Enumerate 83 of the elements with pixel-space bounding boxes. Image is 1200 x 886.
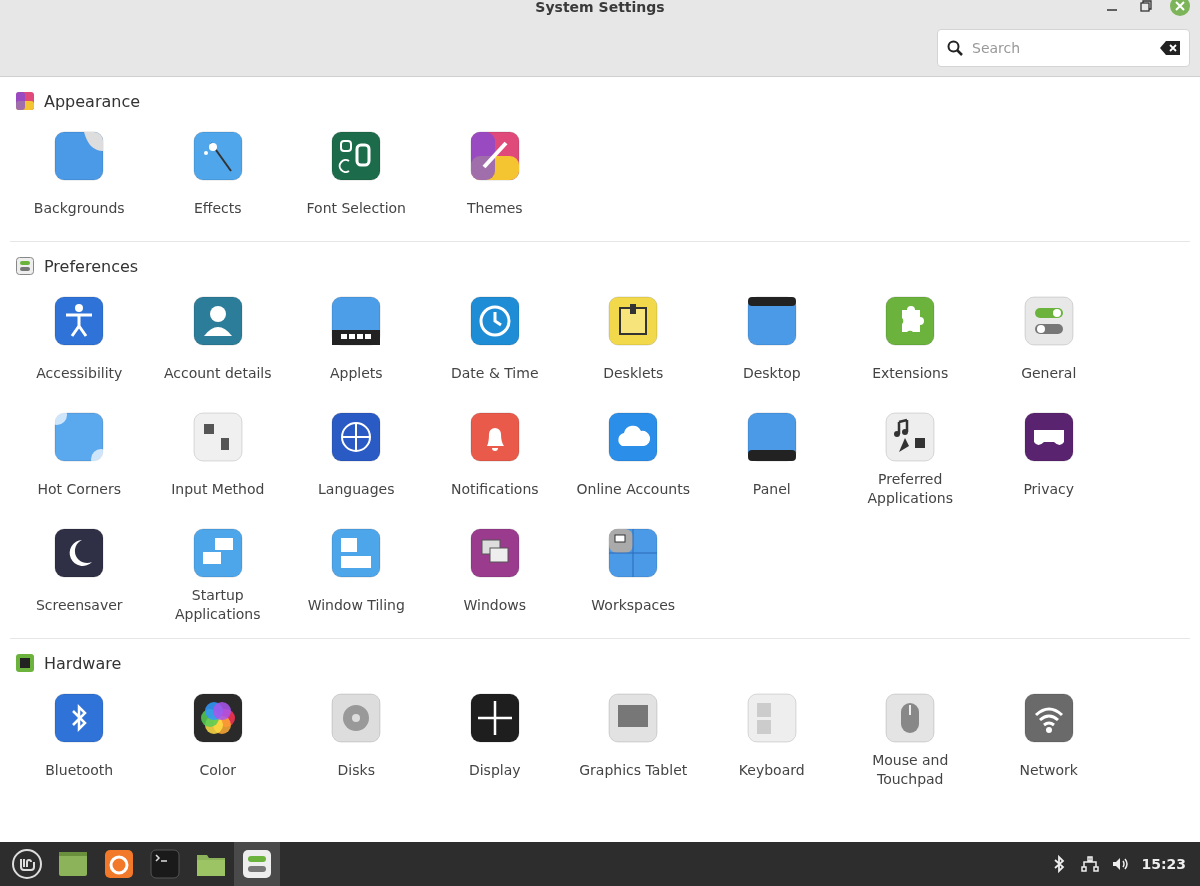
mask-icon [1023,412,1074,462]
settings-item-label[interactable]: Display [434,751,555,789]
input-method-icon [192,412,243,462]
settings-item-label[interactable]: Screensaver [19,586,140,624]
taskbar-launcher[interactable] [234,842,280,886]
puzzle-icon [885,296,936,346]
maximize-icon [1140,0,1152,12]
mouse-icon [885,693,936,743]
moon-icon [54,528,105,578]
settings-item-label[interactable]: Window Tiling [296,586,417,624]
settings-item-label[interactable]: Panel [711,470,832,508]
settings-item-label[interactable]: Themes [434,189,555,227]
settings-item-label[interactable]: Color [157,751,278,789]
desktop-icon [58,849,88,879]
settings-item-label[interactable]: Input Method [157,470,278,508]
magic-wand-icon [192,131,243,181]
windows-stack-icon [192,528,243,578]
settings-item-label[interactable]: Date & Time [434,354,555,392]
browser-icon [104,849,134,879]
settings-item-label[interactable]: Backgrounds [19,189,140,227]
clear-icon[interactable] [1160,41,1180,55]
settings-item-label[interactable]: Keyboard [711,751,832,789]
cloud-icon [608,412,659,462]
minimize-icon [1107,9,1117,11]
settings-item-label[interactable]: Applets [296,354,417,392]
wifi-icon [1023,693,1074,743]
settings-item-label[interactable]: Font Selection [296,189,417,227]
settings-item-label[interactable]: General [988,354,1109,392]
settings-item-label[interactable]: Startup Applications [157,586,278,624]
settings-item-label[interactable]: Disks [296,751,417,789]
globe-icon [331,412,382,462]
settings-item-label[interactable]: Effects [157,189,278,227]
color-wheel-icon [192,693,243,743]
mint-menu-icon [12,849,42,879]
accessibility-icon [54,296,105,346]
settings-item-label[interactable]: Mouse and Touchpad [850,751,971,789]
settings-item-label[interactable]: Account details [157,354,278,392]
settings-item-label[interactable]: Languages [296,470,417,508]
font-icon [331,131,382,181]
close-icon [1170,0,1190,16]
settings-item-label[interactable]: Desktop [711,354,832,392]
bell-icon [469,412,520,462]
user-icon [192,296,243,346]
settings-item-label[interactable]: Preferred Applications [850,470,971,508]
settings-item-label[interactable]: Graphics Tablet [573,751,694,789]
paintbrush-icon [469,131,520,181]
settings-item-label[interactable]: Bluetooth [19,751,140,789]
settings-item-label[interactable]: Accessibility [19,354,140,392]
toggle-switches-icon [1023,296,1074,346]
panel-applets-icon [331,296,382,346]
windows-icon [469,528,520,578]
settings-item-label[interactable]: Notifications [434,470,555,508]
sticky-note-icon [608,296,659,346]
hot-corners-icon [54,412,105,462]
settings-item-label[interactable]: Privacy [988,470,1109,508]
section-title: Preferences [44,256,139,276]
settings-item-label[interactable]: Windows [434,586,555,624]
settings-item-label[interactable]: Extensions [850,354,971,392]
section-title: Hardware [44,653,122,673]
workspaces-icon [608,528,659,578]
desktop-icon [746,296,797,346]
settings-item-label[interactable]: Online Accounts [573,470,694,508]
panel-icon [746,412,797,462]
bluetooth-icon [54,693,105,743]
clock-icon [469,296,520,346]
hardware-category-icon [16,654,34,672]
window-title: System Settings [535,0,665,15]
settings-item-label[interactable]: Hot Corners [19,470,140,508]
clock[interactable]: 15:23 [1141,856,1186,872]
network-icon[interactable] [1081,855,1100,873]
search-field[interactable]: Search [937,29,1190,67]
section-title: Appearance [44,91,141,111]
settings-item-label[interactable]: Desklets [573,354,694,392]
appearance-category-icon [16,92,34,110]
search-icon [947,40,963,56]
terminal-icon [150,849,180,879]
settings-item-label[interactable]: Network [988,751,1109,789]
preferences-category-icon [16,257,34,275]
tablet-icon [608,693,659,743]
toggle-switches-icon [242,849,272,879]
settings-item-label[interactable]: Workspaces [573,586,694,624]
window-tiling-icon [331,528,382,578]
display-icon [469,693,520,743]
